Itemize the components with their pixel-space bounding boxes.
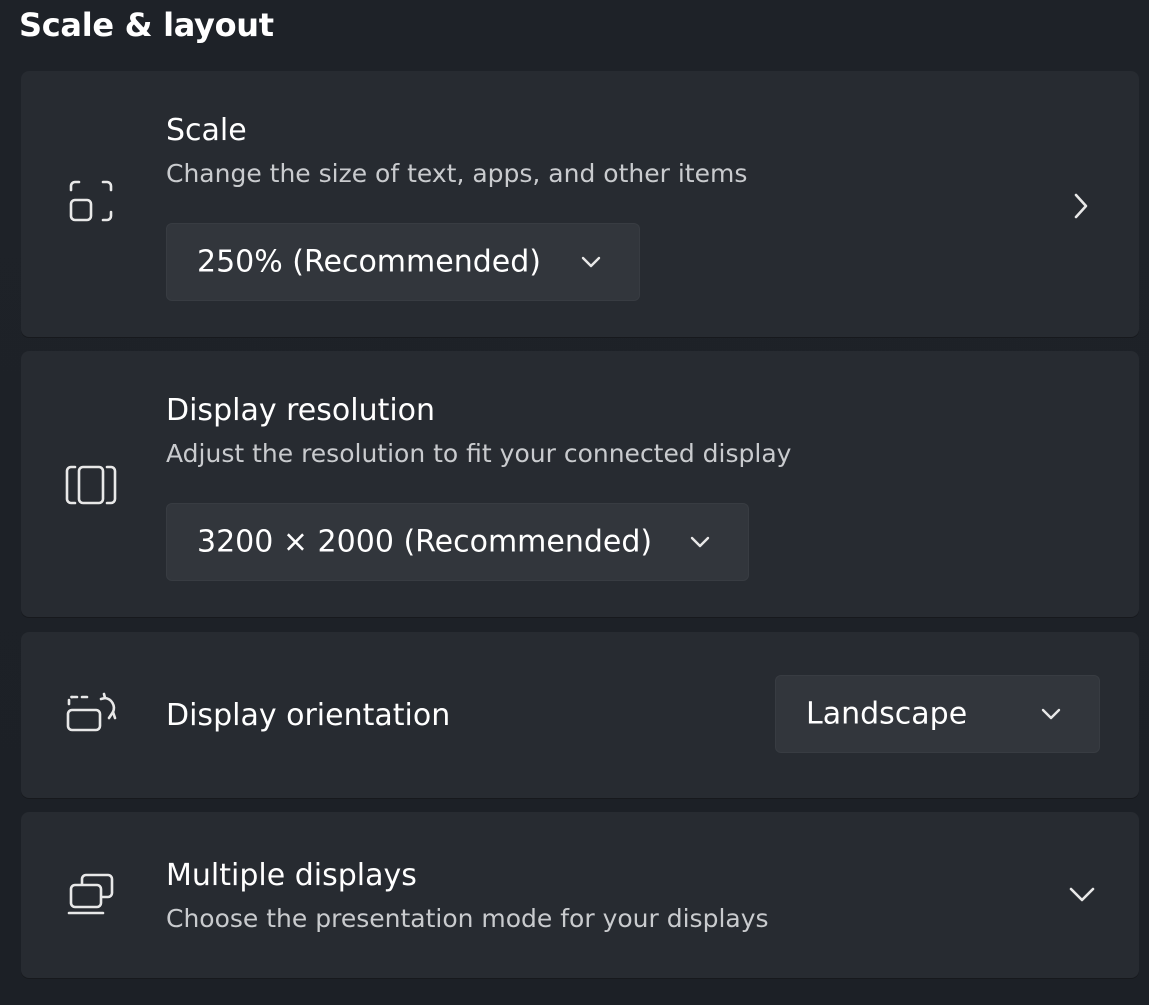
scale-dropdown-value: 250% (Recommended) bbox=[197, 244, 541, 280]
display-resolution-card[interactable]: Display resolution Adjust the resolution… bbox=[21, 351, 1139, 617]
orientation-icon bbox=[65, 688, 117, 740]
chevron-down-icon bbox=[689, 535, 711, 549]
multiple-displays-title: Multiple displays bbox=[166, 858, 417, 893]
resolution-dropdown-value: 3200 × 2000 (Recommended) bbox=[197, 524, 653, 560]
orientation-dropdown-value: Landscape bbox=[806, 696, 968, 732]
scale-icon bbox=[65, 175, 117, 227]
orientation-dropdown[interactable]: Landscape bbox=[775, 675, 1100, 753]
resolution-description: Adjust the resolution to fit your connec… bbox=[166, 439, 792, 468]
chevron-down-icon bbox=[1040, 707, 1062, 721]
scale-card[interactable]: Scale Change the size of text, apps, and… bbox=[21, 71, 1139, 337]
section-title: Scale & layout bbox=[19, 6, 274, 44]
chevron-right-icon[interactable] bbox=[1069, 191, 1093, 221]
chevron-down-icon[interactable] bbox=[1067, 882, 1097, 906]
display-orientation-card: Display orientation Landscape bbox=[21, 632, 1139, 798]
orientation-title: Display orientation bbox=[166, 698, 451, 733]
chevron-down-icon bbox=[580, 255, 602, 269]
resolution-dropdown[interactable]: 3200 × 2000 (Recommended) bbox=[166, 503, 749, 581]
multiple-displays-description: Choose the presentation mode for your di… bbox=[166, 904, 769, 933]
settings-page: Scale & layout Scale Change the size of … bbox=[0, 0, 1149, 1005]
multiple-displays-icon bbox=[65, 869, 117, 921]
resolution-title: Display resolution bbox=[166, 393, 436, 428]
multiple-displays-card[interactable]: Multiple displays Choose the presentatio… bbox=[21, 812, 1139, 978]
scale-description: Change the size of text, apps, and other… bbox=[166, 159, 748, 188]
scale-dropdown[interactable]: 250% (Recommended) bbox=[166, 223, 640, 301]
scale-title: Scale bbox=[166, 113, 247, 148]
resolution-icon bbox=[65, 459, 117, 511]
